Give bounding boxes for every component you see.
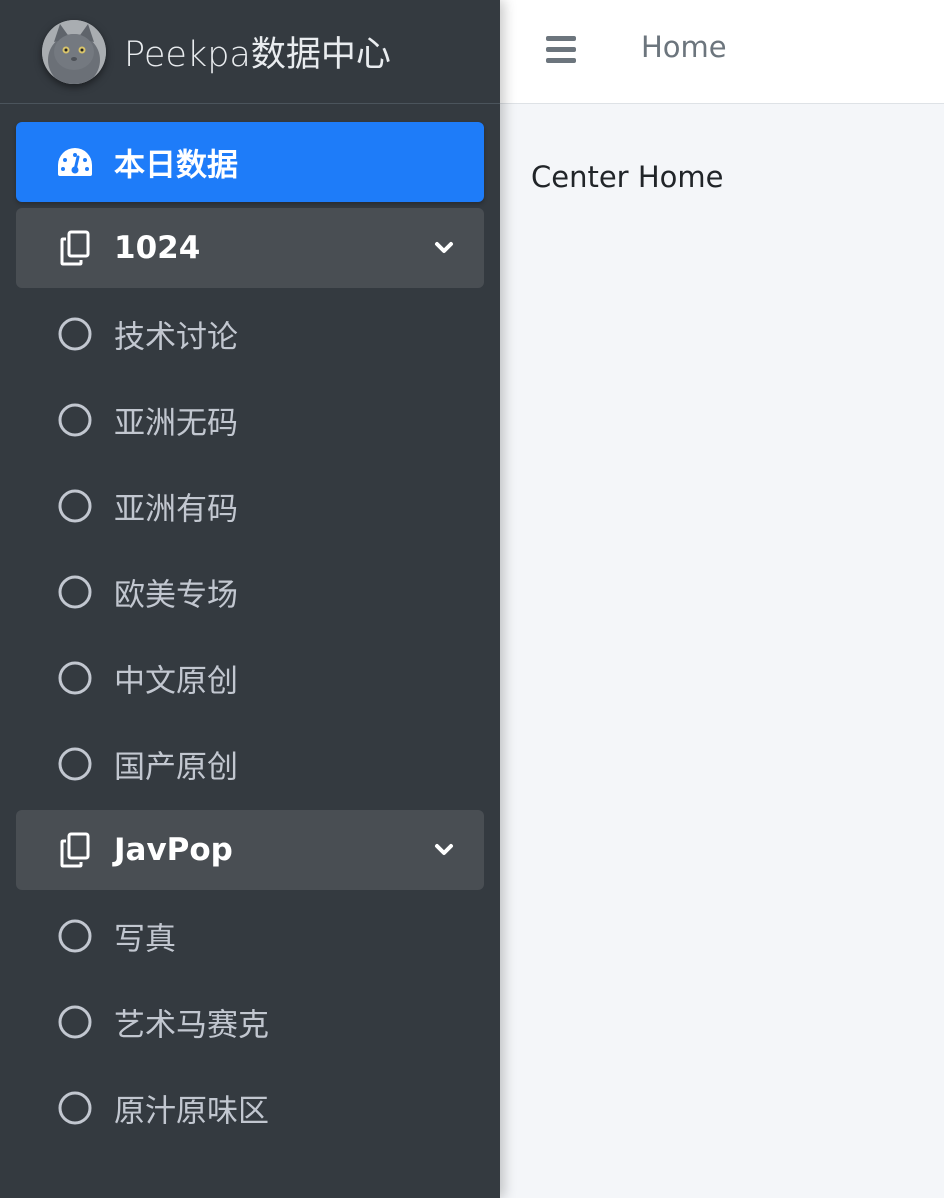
circle-outline-icon [56,573,94,611]
sidebar-item-domestic-original[interactable]: 国产原创 [16,724,484,804]
circle-outline-icon [56,487,94,525]
home-link[interactable]: Home [641,30,727,64]
sidebar-group-1024[interactable]: 1024 [16,208,484,288]
circle-outline-icon [56,659,94,697]
circle-outline-icon [56,401,94,439]
sidebar-item-asia-censored[interactable]: 亚洲有码 [16,466,484,546]
page-title: Center Home [531,160,724,194]
sidebar-item-label: 技术讨论 [114,319,238,356]
sidebar-item-label: 1024 [114,230,201,266]
main-sidebar: Peekpa数据中心 本日数据 1024 技术讨论 亚洲无码 亚洲有码 欧美专场… [0,0,500,1198]
sidebar-item-today-data[interactable]: 本日数据 [16,122,484,202]
circle-outline-icon [56,917,94,955]
dashboard-gauge-icon [56,143,94,181]
chevron-down-icon[interactable] [432,838,456,862]
sidebar-item-label: 中文原创 [114,663,238,700]
brand-title: Peekpa数据中心 [124,35,391,75]
sidebar-item-label: 欧美专场 [114,577,238,614]
sidebar-item-photo[interactable]: 写真 [16,896,484,976]
sidebar-group-javpop[interactable]: JavPop [16,810,484,890]
sidebar-item-label: 亚洲有码 [114,491,238,528]
sidebar-item-label: 国产原创 [114,749,238,786]
sidebar-item-label: 本日数据 [114,147,238,184]
brand-link[interactable]: Peekpa数据中心 [0,0,500,104]
circle-outline-icon [56,745,94,783]
circle-outline-icon [56,315,94,353]
cat-avatar-icon [42,19,106,84]
sidebar-item-asia-uncensored[interactable]: 亚洲无码 [16,380,484,460]
sidebar-menu: 本日数据 1024 技术讨论 亚洲无码 亚洲有码 欧美专场 中文原创 国产原创 … [0,104,500,1148]
sidebar-item-western[interactable]: 欧美专场 [16,552,484,632]
sidebar-item-label: 原汁原味区 [114,1093,269,1130]
sidebar-item-label: 亚洲无码 [114,405,238,442]
chevron-down-icon[interactable] [432,236,456,260]
sidebar-item-label: 写真 [114,921,176,958]
copy-files-icon [56,831,94,869]
hamburger-icon[interactable] [546,36,576,63]
sidebar-item-label: 艺术马赛克 [114,1007,269,1044]
sidebar-item-original-flavor[interactable]: 原汁原味区 [16,1068,484,1148]
sidebar-item-label: JavPop [114,832,233,868]
sidebar-item-chinese-original[interactable]: 中文原创 [16,638,484,718]
sidebar-item-tech-discussion[interactable]: 技术讨论 [16,294,484,374]
circle-outline-icon [56,1089,94,1127]
circle-outline-icon [56,1003,94,1041]
top-navbar: Home [500,0,944,104]
sidebar-item-art-mosaic[interactable]: 艺术马赛克 [16,982,484,1062]
copy-files-icon [56,229,94,267]
